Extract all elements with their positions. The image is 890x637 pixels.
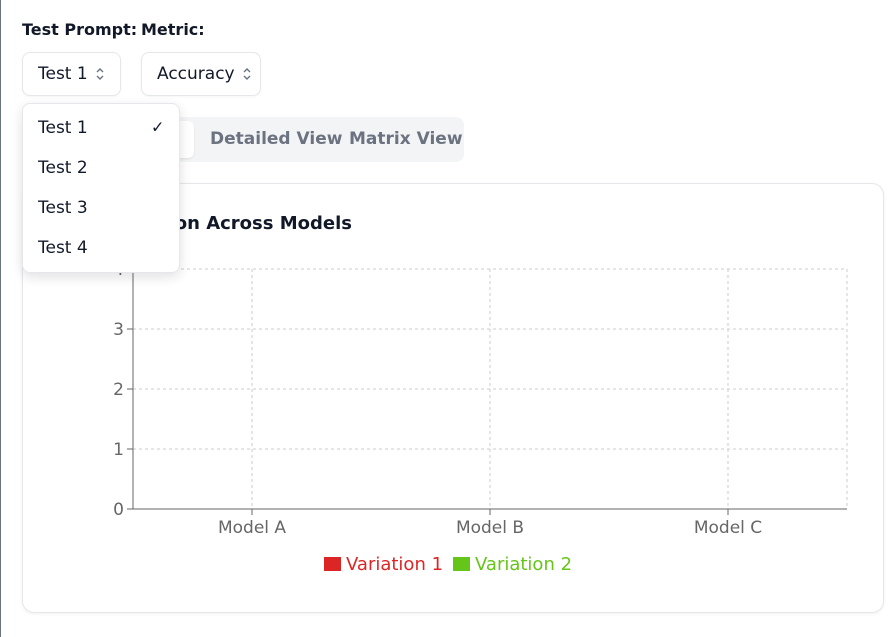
x-tick-label: Model B <box>456 518 524 538</box>
dropdown-option-label: Test 3 <box>38 198 88 218</box>
y-tick-label: 2 <box>113 380 124 400</box>
legend-swatch <box>453 557 470 571</box>
dropdown-option-label: Test 1 <box>38 118 88 138</box>
test-prompt-dropdown: Test 1 ✓ Test 2 Test 3 Test 4 <box>22 103 180 273</box>
check-icon: ✓ <box>151 117 165 137</box>
chart-axes: 01234Model AModel BModel C <box>113 260 847 538</box>
y-tick-label: 1 <box>113 440 124 460</box>
dropdown-option-test-1[interactable]: Test 1 ✓ <box>23 111 179 151</box>
x-tick-label: Model C <box>694 518 762 538</box>
dropdown-option-test-4[interactable]: Test 4 <box>23 231 179 271</box>
chart-legend: Variation 1 Variation 2 <box>324 554 572 575</box>
dropdown-option-test-2[interactable]: Test 2 <box>23 151 179 191</box>
dropdown-option-label: Test 2 <box>38 158 88 178</box>
chart-grid <box>133 268 848 509</box>
legend-label: Variation 1 <box>346 554 443 575</box>
y-tick-label: 0 <box>113 500 124 520</box>
dropdown-option-test-3[interactable]: Test 3 <box>23 191 179 231</box>
dropdown-option-label: Test 4 <box>38 238 88 258</box>
legend-label: Variation 2 <box>475 554 572 575</box>
y-tick-label: 3 <box>113 320 124 340</box>
x-tick-label: Model A <box>218 518 286 538</box>
legend-swatch <box>324 557 341 571</box>
bar-chart: 01234Model AModel BModel C Variation 1Va… <box>113 260 848 575</box>
